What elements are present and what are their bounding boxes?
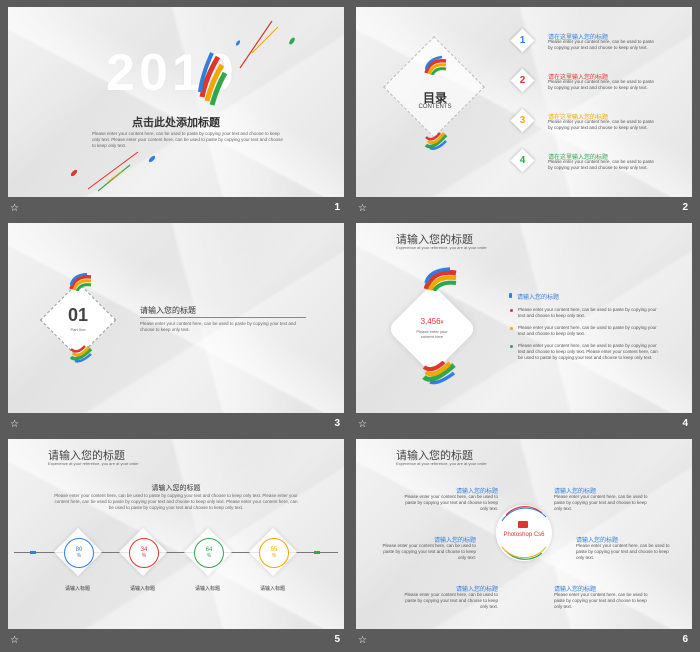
slide-canvas: 01 Part 0ne 请输入您的标题 Please enter your co…	[8, 223, 344, 413]
timeline-marker-right	[314, 551, 320, 554]
star-icon[interactable]: ☆	[10, 635, 19, 646]
part-label: Part 0ne	[70, 327, 86, 332]
toc-item-text-2: Please enter your content here, can be u…	[548, 79, 654, 90]
page-number: 1	[334, 202, 340, 213]
item-text-3: Please enter your content here, can be u…	[382, 543, 476, 560]
brush-logo-top	[424, 55, 447, 75]
item-text-3: Please enter your content here, can be u…	[518, 325, 657, 336]
brush-logo-bottom	[69, 345, 93, 363]
slide-canvas: 目录 CONTENTS 1 请在这里输入您的标题 Please enter yo…	[356, 7, 692, 197]
toc-item-text-1: Please enter your content here, can be u…	[548, 39, 654, 50]
progress-ring-2[interactable]: 34%	[129, 538, 159, 568]
slide-body: Please enter your content here, can be u…	[92, 131, 283, 148]
slide-thumbnail-4[interactable]: 请输入您的标题 Experience at your reference, yo…	[356, 223, 692, 436]
ring-label-1: 请输入标题	[65, 586, 91, 592]
star-icon[interactable]: ☆	[10, 419, 19, 430]
title-underline	[140, 317, 306, 318]
star-icon[interactable]: ☆	[358, 635, 367, 646]
section-body: Please enter your content here, can be u…	[140, 321, 296, 332]
part-number: 01	[67, 305, 89, 325]
progress-ring-1[interactable]: 80%	[64, 538, 94, 568]
item-text-1: Please enter your content here, can be u…	[404, 494, 498, 511]
item-text-2: Please enter your content here, can be u…	[518, 307, 657, 318]
slide-canvas: 2019 点击此处添加标题 Please enter your content …	[8, 7, 344, 197]
bullet-dot-4	[510, 345, 513, 348]
bullet-dot-3	[510, 327, 513, 330]
section-title: 请输入您的标题	[140, 306, 196, 315]
timeline-marker-left	[30, 551, 36, 554]
brush-logo-top	[69, 273, 92, 291]
page-subtitle: Experience at your reference, you are at…	[396, 245, 487, 250]
progress-ring-3[interactable]: 64%	[194, 538, 224, 568]
toc-number-3[interactable]: 3	[510, 108, 535, 133]
toc-number-4[interactable]: 4	[510, 148, 535, 173]
section-body: Please enter your content here, can be u…	[54, 493, 298, 510]
star-icon[interactable]: ☆	[358, 203, 367, 214]
page-number: 4	[682, 418, 688, 429]
slide-footer: ☆ 6	[356, 629, 692, 652]
slide-footer: ☆ 1	[8, 197, 344, 220]
item-text-4: Please enter your content here, can be u…	[518, 343, 658, 360]
star-icon[interactable]: ☆	[10, 203, 19, 214]
brush-logo-bottom	[424, 132, 448, 150]
page-number: 2	[682, 202, 688, 213]
slide-thumbnail-3[interactable]: 01 Part 0ne 请输入您的标题 Please enter your co…	[8, 223, 344, 436]
brush-logo-top	[424, 267, 457, 291]
toc-item-text-4: Please enter your content here, can be u…	[548, 159, 654, 170]
slide-footer: ☆ 3	[8, 413, 344, 436]
slide-footer: ☆ 4	[356, 413, 692, 436]
decor-lines-top	[235, 20, 295, 69]
item-text-6: Please enter your content here, can be u…	[554, 592, 648, 609]
ring-label-4: 请输入标题	[260, 586, 286, 592]
item-title: 请输入您的标题	[517, 295, 560, 301]
brush-logo-bottom	[422, 361, 456, 385]
decor-lines-bottom	[70, 151, 156, 192]
page-number: 3	[334, 418, 340, 429]
slide-thumbnail-5[interactable]: 请输入您的标题 Experience at your reference, yo…	[8, 439, 344, 652]
section-title: 请输入您的标题	[151, 485, 201, 492]
toc-number-2[interactable]: 2	[510, 68, 535, 93]
slide-canvas: 请输入您的标题 Experience at your reference, yo…	[356, 223, 692, 413]
ring-label-3: 请输入标题	[195, 586, 221, 592]
toc-subtitle: CONTENTS	[418, 104, 452, 110]
photoshop-icon	[518, 521, 528, 528]
slide-canvas: 请输入您的标题 Experience at your reference, yo…	[8, 439, 344, 629]
bullet-dot-2	[510, 309, 513, 312]
page-subtitle: Experience at your reference, you are at…	[48, 461, 139, 466]
star-icon[interactable]: ☆	[358, 419, 367, 430]
page-number: 5	[334, 634, 340, 645]
item-text-5: Please enter your content here, can be u…	[404, 592, 498, 609]
bullet-dot-1	[509, 293, 512, 298]
slide-thumbnail-1[interactable]: 2019 点击此处添加标题 Please enter your content …	[8, 7, 344, 220]
item-text-4: Please enter your content here, can be u…	[576, 543, 670, 560]
toc-diamond	[383, 36, 485, 138]
center-text: Please enter your content here	[416, 329, 448, 339]
item-text-2: Please enter your content here, can be u…	[554, 494, 648, 511]
brush-logo	[198, 52, 228, 106]
slide-footer: ☆ 2	[356, 197, 692, 220]
slide-footer: ☆ 5	[8, 629, 344, 652]
ring-label-2: 请输入标题	[130, 586, 156, 592]
toc-item-text-3: Please enter your content here, can be u…	[548, 119, 654, 130]
center-label: Photoshop Cs6	[503, 532, 545, 538]
slide-thumbnail-2[interactable]: 目录 CONTENTS 1 请在这里输入您的标题 Please enter yo…	[356, 7, 692, 220]
slide-canvas: 请输入您的标题 Experience at your reference, yo…	[356, 439, 692, 629]
progress-ring-4[interactable]: 55%	[259, 538, 289, 568]
page-number: 6	[682, 634, 688, 645]
slide-thumbnail-6[interactable]: 请输入您的标题 Experience at your reference, yo…	[356, 439, 692, 652]
toc-number-1[interactable]: 1	[510, 28, 535, 53]
slide-title: 点击此处添加标题	[132, 117, 220, 129]
page-subtitle: Experience at your reference, you are at…	[396, 461, 487, 466]
center-value: 3,456¥	[420, 317, 444, 326]
